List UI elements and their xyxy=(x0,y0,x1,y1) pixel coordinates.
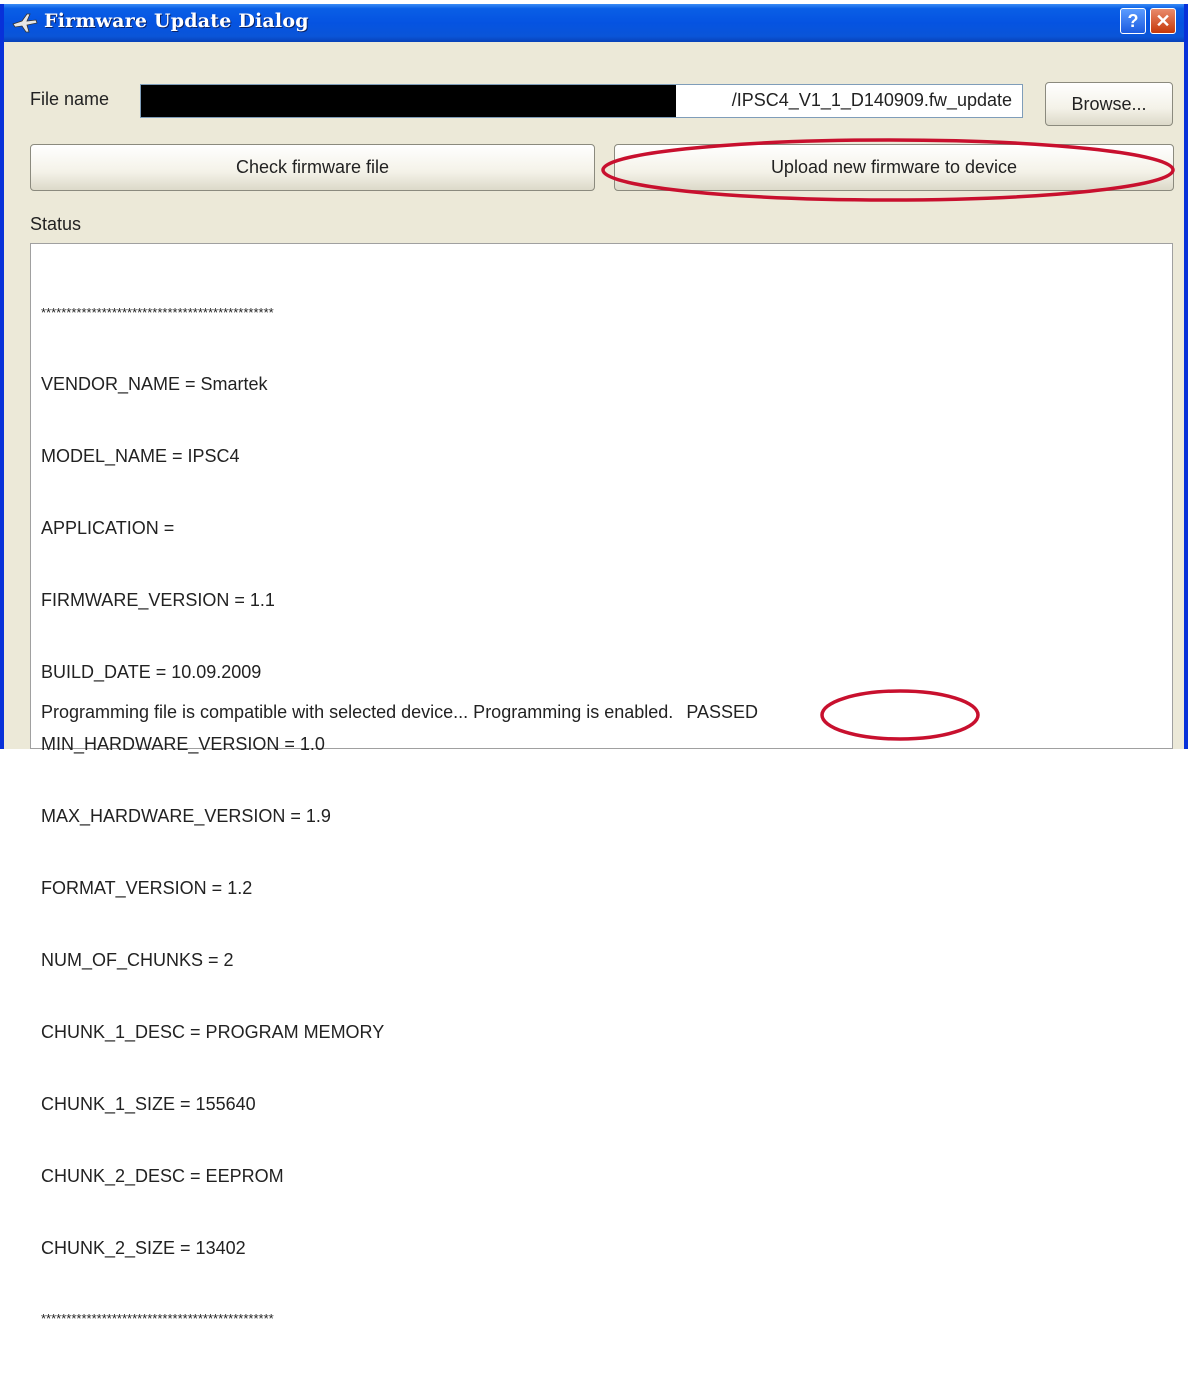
log-line: FORMAT_VERSION = 1.2 xyxy=(41,878,253,898)
separator-line: ****************************************… xyxy=(41,1311,274,1326)
close-button[interactable]: ✕ xyxy=(1150,8,1176,34)
upload-firmware-button[interactable]: Upload new firmware to device xyxy=(614,144,1174,191)
result-status: PASSED xyxy=(686,702,759,722)
log-line: MAX_HARDWARE_VERSION = 1.9 xyxy=(41,806,331,826)
redacted-path xyxy=(141,85,676,117)
result-message: Programming file is compatible with sele… xyxy=(41,702,674,722)
browse-button[interactable]: Browse... xyxy=(1045,82,1173,126)
help-button[interactable]: ? xyxy=(1120,8,1146,34)
log-line: CHUNK_2_DESC = EEPROM xyxy=(41,1166,284,1186)
log-line: MODEL_NAME = IPSC4 xyxy=(41,446,240,466)
log-line: CHUNK_1_SIZE = 155640 xyxy=(41,1094,256,1114)
log-line: CHUNK_2_SIZE = 13402 xyxy=(41,1238,246,1258)
log-line: VENDOR_NAME = Smartek xyxy=(41,374,268,394)
log-line: BUILD_DATE = 10.09.2009 xyxy=(41,662,262,682)
help-icon: ? xyxy=(1127,11,1139,31)
separator-line: ****************************************… xyxy=(41,305,274,320)
status-label: Status xyxy=(30,214,82,234)
log-line: CHUNK_1_DESC = PROGRAM MEMORY xyxy=(41,1022,385,1042)
log-line: MIN_HARDWARE_VERSION = 1.0 xyxy=(41,734,325,754)
check-firmware-button[interactable]: Check firmware file xyxy=(30,144,595,191)
file-name-input[interactable]: /IPSC4_V1_1_D140909.fw_update xyxy=(140,84,1023,118)
log-line: NUM_OF_CHUNKS = 2 xyxy=(41,950,234,970)
airplane-icon xyxy=(12,13,38,33)
status-log-lines: ****************************************… xyxy=(41,254,384,1378)
file-name-label: File name xyxy=(30,89,110,109)
close-icon: ✕ xyxy=(1155,11,1171,31)
status-log[interactable]: ****************************************… xyxy=(30,243,1173,1326)
title-bar[interactable]: Firmware Update Dialog ? ✕ xyxy=(4,4,1184,42)
window-title: Firmware Update Dialog xyxy=(44,10,309,32)
log-line: FIRMWARE_VERSION = 1.1 xyxy=(41,590,275,610)
file-name-value: /IPSC4_V1_1_D140909.fw_update xyxy=(731,90,1012,110)
log-line: APPLICATION = xyxy=(41,518,175,538)
result-line: Programming file is compatible with sele… xyxy=(41,702,758,723)
